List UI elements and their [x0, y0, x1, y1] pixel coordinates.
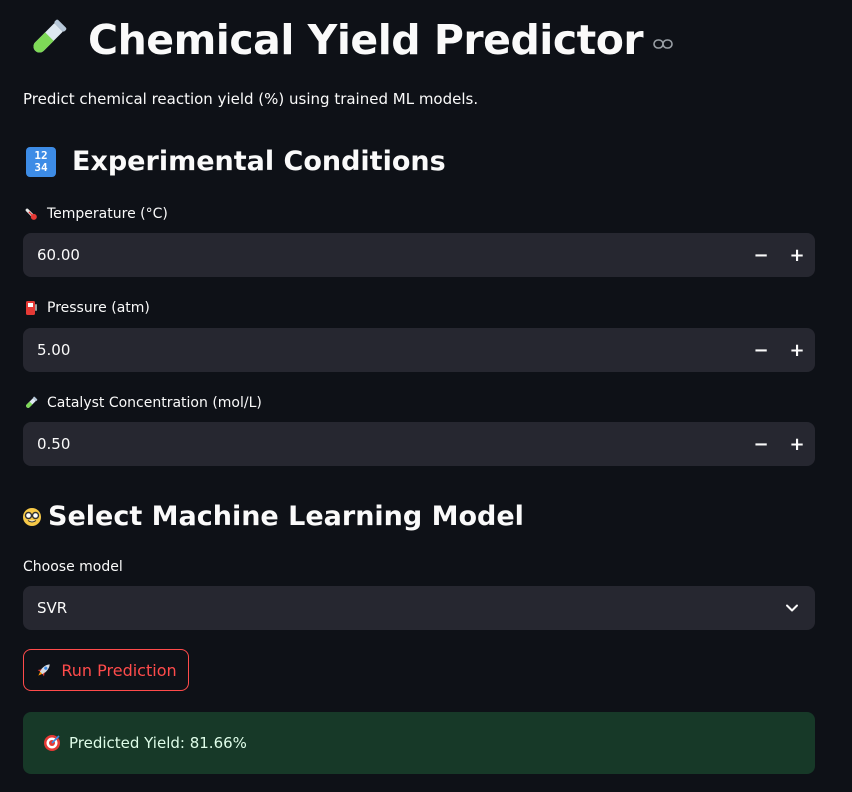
prediction-result-alert: Predicted Yield: 81.66% — [23, 712, 815, 774]
catalyst-increment-button[interactable]: + — [779, 422, 815, 466]
chevron-down-icon[interactable] — [785, 601, 799, 615]
test-tube-icon — [23, 395, 39, 411]
numbers-icon: 12 34 — [26, 146, 56, 177]
model-heading-text: Select Machine Learning Model — [48, 501, 524, 532]
test-tube-icon — [26, 16, 70, 64]
temperature-input[interactable]: 60.00 − + — [23, 233, 815, 277]
rocket-icon — [35, 661, 53, 679]
run-prediction-button[interactable]: Run Prediction — [23, 649, 189, 691]
target-icon — [43, 734, 61, 752]
page-subtitle: Predict chemical reaction yield (%) usin… — [23, 90, 479, 108]
page-header: Chemical Yield Predictor — [26, 10, 673, 70]
nerd-face-icon — [22, 507, 42, 527]
catalyst-decrement-button[interactable]: − — [743, 422, 779, 466]
model-heading: Select Machine Learning Model — [22, 501, 524, 532]
choose-model-label: Choose model — [23, 559, 123, 575]
temperature-increment-button[interactable]: + — [779, 233, 815, 277]
catalyst-label: Catalyst Concentration (mol/L) — [23, 395, 262, 411]
catalyst-value[interactable]: 0.50 — [37, 435, 743, 453]
thermometer-icon — [23, 206, 39, 222]
pressure-value[interactable]: 5.00 — [37, 341, 743, 359]
temperature-label: Temperature (°C) — [23, 206, 168, 222]
catalyst-input[interactable]: 0.50 − + — [23, 422, 815, 466]
run-prediction-label: Run Prediction — [61, 660, 177, 680]
temperature-decrement-button[interactable]: − — [743, 233, 779, 277]
model-select-value[interactable]: SVR — [37, 599, 785, 617]
conditions-heading-text: Experimental Conditions — [72, 146, 446, 177]
conditions-heading: 12 34 Experimental Conditions — [26, 146, 446, 177]
temperature-value[interactable]: 60.00 — [37, 246, 743, 264]
anchor-link-icon[interactable] — [653, 35, 673, 54]
pressure-decrement-button[interactable]: − — [743, 328, 779, 372]
pressure-input[interactable]: 5.00 − + — [23, 328, 815, 372]
predicted-yield-text: Predicted Yield: 81.66% — [69, 734, 247, 752]
page-title: Chemical Yield Predictor — [88, 16, 644, 64]
pressure-label: Pressure (atm) — [23, 300, 150, 316]
fuel-pump-icon — [23, 300, 39, 316]
app-page: Chemical Yield Predictor Predict chemica… — [0, 0, 852, 792]
pressure-increment-button[interactable]: + — [779, 328, 815, 372]
model-select[interactable]: SVR — [23, 586, 815, 630]
